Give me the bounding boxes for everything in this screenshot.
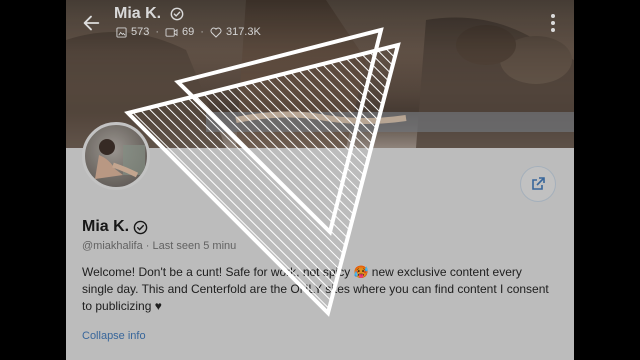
more-vertical-icon (551, 14, 555, 32)
stat-likes: 317.3K (210, 26, 261, 38)
avatar-photo (95, 139, 145, 179)
handle-row: @miakhalifa · Last seen 5 minu (82, 240, 237, 252)
profile-name-text: Mia K. (82, 218, 130, 235)
heart-icon (210, 27, 222, 38)
header-title: Mia K. (114, 5, 184, 23)
last-seen: Last seen 5 minu (152, 240, 237, 252)
stat-videos-count: 69 (182, 26, 195, 38)
share-icon (532, 177, 545, 190)
share-button[interactable] (520, 166, 556, 202)
stat-videos: 69 (165, 26, 194, 38)
header-title-text: Mia K. (114, 5, 162, 22)
profile-handle: @miakhalifa (82, 240, 143, 252)
stat-photos-count: 573 (131, 26, 150, 38)
stat-photos: 573 (116, 26, 149, 38)
profile-stats: 573 · 69 · 317.3K (116, 26, 267, 38)
collapse-info-link[interactable]: Collapse info (82, 330, 146, 342)
stat-likes-count: 317.3K (225, 26, 261, 38)
verified-badge-icon (170, 7, 183, 21)
cover-image: Mia K. 573 · 69 · 317.3K (66, 0, 574, 148)
profile-page: Mia K. 573 · 69 · 317.3K Mia K. @miakhal… (66, 0, 574, 360)
arrow-left-icon (83, 15, 100, 31)
profile-bio: Welcome! Don't be a cunt! Safe for work,… (82, 265, 549, 313)
profile-info: Mia K. @miakhalifa · Last seen 5 minu We… (66, 122, 574, 360)
profile-name: Mia K. (82, 218, 148, 236)
verified-badge-icon (133, 220, 148, 234)
avatar[interactable] (82, 122, 150, 190)
more-options-button[interactable] (544, 10, 562, 36)
video-camera-icon (165, 27, 178, 37)
image-icon (116, 26, 127, 38)
back-button[interactable] (80, 12, 104, 34)
profile-header: Mia K. 573 · 69 · 317.3K (66, 0, 574, 48)
